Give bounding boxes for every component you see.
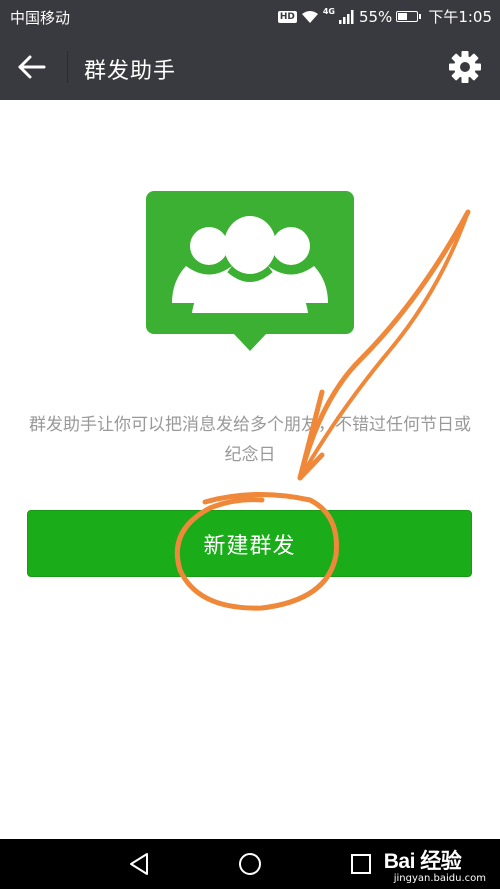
watermark-logo: Bai 经验 [383, 850, 462, 873]
hd-badge: HD [277, 10, 297, 23]
signal-icon [338, 9, 354, 24]
arrow-left-icon [18, 55, 46, 79]
battery-fill [398, 13, 408, 20]
system-nav-bar: Bai 经验 jingyan.baidu.com [0, 839, 500, 889]
page-title: 群发助手 [84, 59, 177, 84]
status-bar: 中国移动 HD 4G 55% 下午1:05 [0, 0, 500, 33]
watermark-url: jingyan.baidu.com [393, 873, 486, 884]
carrier-label: 中国移动 [10, 9, 71, 27]
battery-percent: 55% [358, 7, 393, 26]
new-broadcast-button[interactable]: 新建群发 [27, 510, 472, 577]
back-button[interactable] [16, 51, 50, 83]
settings-button[interactable] [446, 48, 484, 86]
clock: 下午1:05 [428, 8, 492, 26]
triangle-back-icon [130, 853, 148, 875]
description-text: 群发助手让你可以把消息发给多个朋友，不错过任何节日或纪念日 [29, 415, 471, 465]
header-divider [67, 51, 68, 83]
group-chat-icon [146, 191, 354, 351]
nav-recents-button[interactable] [346, 849, 376, 879]
gear-icon [449, 51, 481, 83]
app-header: 群发助手 [0, 33, 500, 100]
baidu-jingyan-watermark: Bai 经验 jingyan.baidu.com [384, 845, 486, 884]
circle-home-icon [239, 853, 261, 875]
screen: 中国移动 HD 4G 55% 下午1:05 群发助手 群发助手让你可以把消息发给… [0, 0, 500, 889]
wifi-icon [301, 10, 318, 23]
square-recents-icon [351, 854, 371, 874]
battery-icon [396, 11, 422, 22]
nav-back-button[interactable] [125, 849, 155, 879]
network-label: 4G [322, 7, 335, 16]
status-icons: HD 4G 55% 下午1:05 [277, 6, 492, 27]
nav-home-button[interactable] [235, 849, 265, 879]
